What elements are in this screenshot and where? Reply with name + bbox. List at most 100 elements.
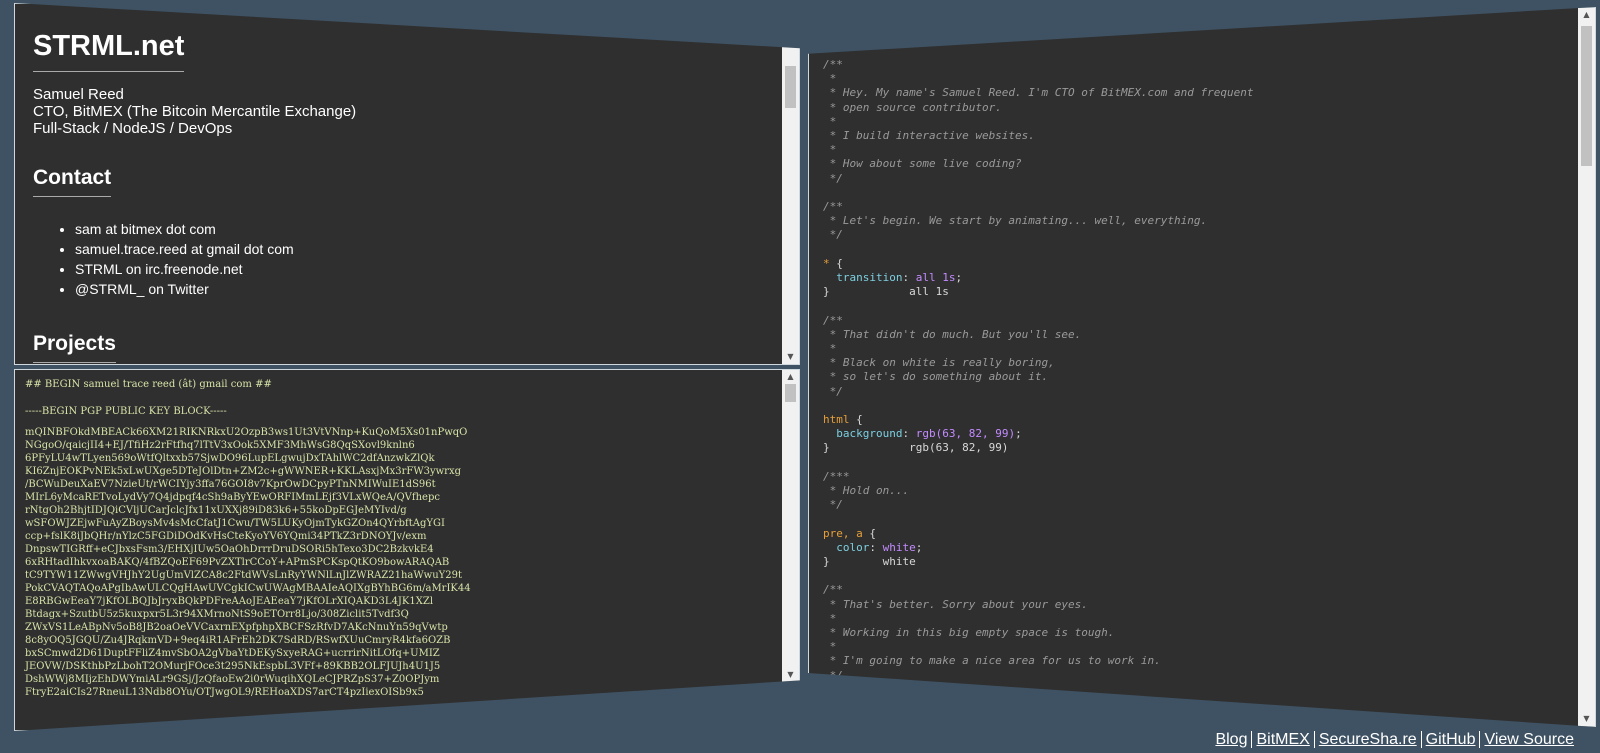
pgp-key-line: tC9TYW11ZWwgVHJhY2UgUmVlZCA8c2FtdWVsLnRy… <box>25 570 463 581</box>
code-line: /** <box>823 200 1575 214</box>
code-token: ; <box>955 271 963 285</box>
code-line: * { <box>823 257 1575 271</box>
pgp-key-line: 8c8yOQ5JGQU/Zu4JRqkmVD+9eq4iR1AFrEh2DK7S… <box>25 635 451 646</box>
code-token: * so let's do something about it. <box>823 370 1049 384</box>
code-token: ; <box>915 540 923 554</box>
code-token: * Working in this big empty space is tou… <box>823 626 1115 640</box>
pgp-key-line: /BCWuDeuXaEV7NzieUt/rWCIYjy3ffa76GOI8v7K… <box>25 479 436 490</box>
code-token: * That's better. Sorry about your eyes. <box>823 597 1088 611</box>
contact-item: @STRML_ on Twitter <box>75 279 761 299</box>
bio-role: CTO, BitMEX (The Bitcoin Mercantile Exch… <box>33 103 357 120</box>
info-content: STRML.net Samuel Reed CTO, BitMEX (The B… <box>15 4 779 364</box>
code-line: * Working in this big empty space is tou… <box>823 626 1575 640</box>
code-token: { <box>829 256 843 270</box>
code-line: color: white; <box>823 541 1575 555</box>
code-line: * <box>823 640 1575 654</box>
code-line: * That didn't do much. But you'll see. <box>823 328 1575 342</box>
code-token: color <box>823 540 870 554</box>
pgp-key-line: ccp+fslK8iJbQHr/nYlzC5FGDiDOdKvHsCteKyoY… <box>25 531 427 542</box>
code-token: : <box>902 271 916 285</box>
bio-name: Samuel Reed <box>33 86 124 103</box>
contact-heading: Contact <box>33 166 112 197</box>
bio-skills: Full-Stack / NodeJS / DevOps <box>33 120 233 137</box>
scroll-down-arrow-icon[interactable]: ▼ <box>782 668 799 682</box>
code-line: */ <box>823 385 1575 399</box>
blog-link[interactable]: Blog <box>1211 731 1251 748</box>
code-token: * <box>823 143 837 157</box>
code-line: * Black on white is really boring, <box>823 356 1575 370</box>
code-line: } white <box>823 555 1575 569</box>
code-token: rgb(63, 82, 99) <box>915 427 1016 441</box>
code-token: * Let's begin. We start by animating... … <box>823 214 1208 228</box>
code-line: * <box>823 72 1575 86</box>
footer-links: Blog BitMEX SecureSha.re GitHub View Source <box>1211 731 1578 749</box>
code-token: /** <box>823 583 843 597</box>
code-line: /** <box>823 58 1575 72</box>
code-token: white <box>882 540 916 554</box>
code-line: * I'm going to make a nice area for us t… <box>823 654 1575 668</box>
code-scrollbar[interactable]: ▲ ▼ <box>1578 8 1595 726</box>
code-line: /** <box>823 583 1575 597</box>
pgp-key-line: DshWWj8MIjzEhDWYmiALr9GSj/JzQfaoEw2i0rWu… <box>25 674 440 685</box>
pgp-key-line: PokCVAQTAQoAPgIbAwULCQgHAwUVCgkICwUWAgMB… <box>25 583 471 594</box>
code-token: transition <box>823 271 903 285</box>
projects-heading: Projects <box>33 332 116 363</box>
contact-item: samuel.trace.reed at gmail dot com <box>75 239 761 259</box>
code-token: all 1s <box>829 285 949 299</box>
scroll-down-arrow-icon[interactable]: ▼ <box>1578 712 1595 726</box>
code-token: { <box>862 526 876 540</box>
code-line: transition: all 1s; <box>823 271 1575 285</box>
pgp-pane[interactable]: ## BEGIN samuel trace reed (ât) gmail co… <box>14 369 800 731</box>
scroll-up-arrow-icon[interactable]: ▲ <box>1578 8 1595 22</box>
info-pane[interactable]: STRML.net Samuel Reed CTO, BitMEX (The B… <box>14 3 800 365</box>
code-token: */ <box>823 171 843 185</box>
code-token: html <box>823 413 850 427</box>
code-editor[interactable]: /** * * Hey. My name's Samuel Reed. I'm … <box>809 8 1575 726</box>
scroll-down-arrow-icon[interactable]: ▼ <box>782 350 799 364</box>
code-pane[interactable]: /** * * Hey. My name's Samuel Reed. I'm … <box>808 7 1596 727</box>
code-token: /*** <box>823 469 850 483</box>
code-line: * <box>823 342 1575 356</box>
code-token: * <box>823 640 837 654</box>
scroll-thumb[interactable] <box>785 384 796 402</box>
securesha-link[interactable]: SecureSha.re <box>1315 731 1421 748</box>
code-token: all 1s <box>915 271 956 285</box>
scroll-thumb[interactable] <box>785 66 796 108</box>
bitmex-link[interactable]: BitMEX <box>1252 731 1313 748</box>
pgp-block-title: -----BEGIN PGP PUBLIC KEY BLOCK----- <box>25 406 227 417</box>
pgp-header: ## BEGIN samuel trace reed (ât) gmail co… <box>25 379 272 390</box>
code-line: /** <box>823 314 1575 328</box>
code-line: */ <box>823 228 1575 242</box>
code-token: pre, a <box>823 526 863 540</box>
code-line: * <box>823 115 1575 129</box>
pgp-key-line: E8RBGwEeaY7jKfOLBQJbJryxBQkPDFreAAoJEAEe… <box>25 596 434 607</box>
scroll-up-arrow-icon[interactable]: ▲ <box>782 4 799 18</box>
code-token: * Hold on... <box>823 484 910 498</box>
code-token: { <box>849 413 863 427</box>
code-token: * open source contributor. <box>823 100 1002 114</box>
code-token: white <box>829 555 916 569</box>
github-link[interactable]: GitHub <box>1422 731 1480 748</box>
pgp-content: ## BEGIN samuel trace reed (ât) gmail co… <box>15 370 779 730</box>
scroll-up-arrow-icon[interactable]: ▲ <box>782 370 799 384</box>
pgp-key-line: JEOVW/DSKthbPzLbohT2OMurjFOce3t295NkEspb… <box>25 661 441 672</box>
code-token: : <box>902 427 916 441</box>
code-token: */ <box>823 228 843 242</box>
code-line: * <box>823 143 1575 157</box>
info-scrollbar[interactable]: ▲ ▼ <box>782 4 799 364</box>
code-token: * I build interactive websites. <box>823 129 1035 143</box>
code-token: * <box>823 256 830 270</box>
bio: Samuel Reed CTO, BitMEX (The Bitcoin Mer… <box>33 86 761 137</box>
pgp-key-line: MIrL6yMcaRETvoLydVy7Q4jdpqf4cSh9aByYEwOR… <box>25 492 440 503</box>
scroll-thumb[interactable] <box>1581 26 1592 166</box>
code-token: * How about some live coding? <box>823 157 1022 171</box>
view-source-link[interactable]: View Source <box>1480 731 1578 748</box>
code-token: * Black on white is really boring, <box>823 356 1055 370</box>
contact-item: sam at bitmex dot com <box>75 219 761 239</box>
code-token: /** <box>823 58 843 71</box>
code-token: ; <box>1015 427 1022 441</box>
pgp-scrollbar[interactable]: ▲ ▼ <box>782 370 799 730</box>
